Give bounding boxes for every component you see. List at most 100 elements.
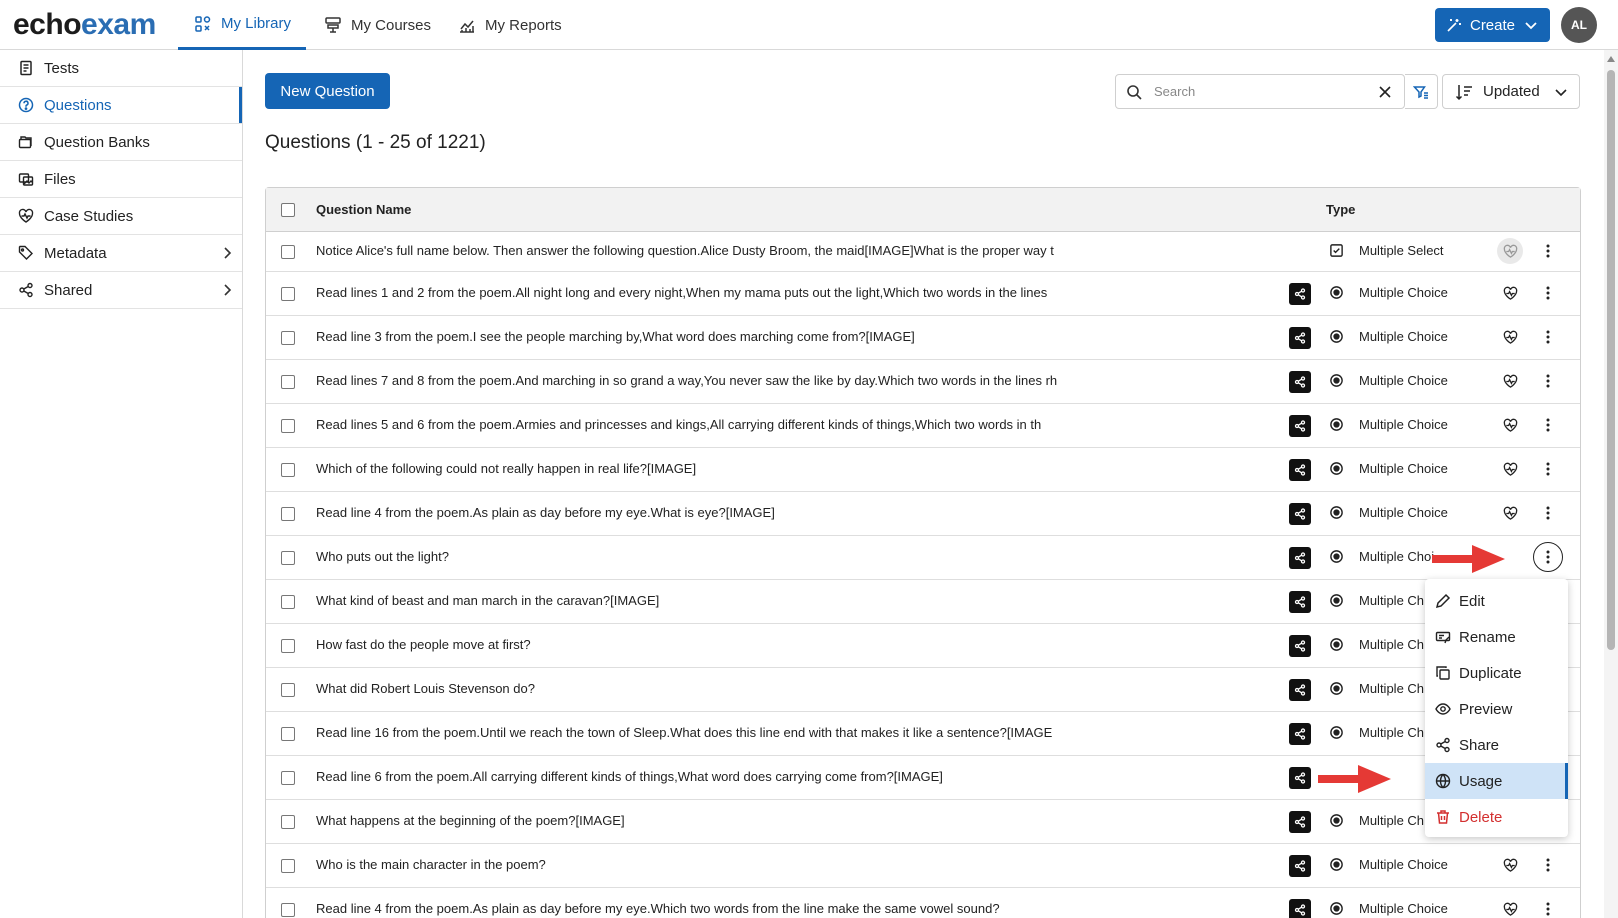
table-row[interactable]: Read lines 5 and 6 from the poem.Armies … <box>266 404 1580 448</box>
more-options-button[interactable] <box>1538 371 1558 391</box>
more-options-button[interactable] <box>1538 327 1558 347</box>
question-name[interactable]: Read line 3 from the poem.I see the peop… <box>316 316 1216 358</box>
kebab-menu-icon <box>1546 374 1550 388</box>
scroll-thumb[interactable] <box>1607 70 1615 650</box>
row-checkbox[interactable] <box>281 903 295 917</box>
table-row[interactable]: Who puts out the light? Multiple Choi <box>266 536 1580 580</box>
table-row[interactable]: What kind of beast and man march in the … <box>266 580 1580 624</box>
question-name[interactable]: What kind of beast and man march in the … <box>316 580 1216 622</box>
more-options-button[interactable] <box>1538 459 1558 479</box>
sidebar-item-question-banks[interactable]: Question Banks <box>0 124 242 161</box>
column-header-name[interactable]: Question Name <box>316 188 1216 231</box>
table-row[interactable]: What did Robert Louis Stevenson do? Multi… <box>266 668 1580 712</box>
row-checkbox[interactable] <box>281 331 295 345</box>
question-name[interactable]: Which of the following could not really … <box>316 448 1216 490</box>
sidebar-item-label: Metadata <box>44 244 107 262</box>
new-question-button[interactable]: New Question <box>265 73 390 109</box>
table-row[interactable]: Read line 3 from the poem.I see the peop… <box>266 316 1580 360</box>
favorite-button[interactable] <box>1501 900 1519 918</box>
create-button[interactable]: Create <box>1435 8 1550 42</box>
sidebar-item-tests[interactable]: Tests <box>0 50 242 87</box>
question-name[interactable]: Notice Alice's full name below. Then ans… <box>316 232 1216 270</box>
table-row[interactable]: Read line 4 from the poem.As plain as da… <box>266 492 1580 536</box>
row-checkbox[interactable] <box>281 551 295 565</box>
menu-item-delete[interactable]: Delete <box>1425 799 1568 835</box>
more-options-button[interactable] <box>1538 415 1558 435</box>
column-header-type[interactable]: Type <box>1326 188 1355 231</box>
table-row[interactable]: What happens at the beginning of the poe… <box>266 800 1580 844</box>
table-row[interactable]: Read lines 7 and 8 from the poem.And mar… <box>266 360 1580 404</box>
question-name[interactable]: Read line 4 from the poem.As plain as da… <box>316 492 1216 534</box>
row-checkbox[interactable] <box>281 245 295 259</box>
menu-item-usage[interactable]: Usage <box>1425 763 1568 799</box>
row-checkbox[interactable] <box>281 507 295 521</box>
scroll-up-arrow-icon[interactable] <box>1607 56 1615 62</box>
question-name[interactable]: Who is the main character in the poem? <box>316 844 1216 886</box>
tab-my-reports[interactable]: My Reports <box>458 0 562 50</box>
favorite-button[interactable] <box>1501 328 1519 346</box>
search-input[interactable] <box>1154 84 1354 99</box>
row-checkbox[interactable] <box>281 727 295 741</box>
app-logo[interactable]: echoexam <box>13 9 156 41</box>
question-name[interactable]: Read line 6 from the poem.All carrying d… <box>316 756 1216 798</box>
clear-search-icon[interactable] <box>1378 85 1392 99</box>
shared-badge <box>1289 811 1311 833</box>
question-name[interactable]: What did Robert Louis Stevenson do? <box>316 668 1216 710</box>
question-name[interactable]: Read line 4 from the poem.As plain as da… <box>316 888 1216 918</box>
question-name[interactable]: How fast do the people move at first? <box>316 624 1216 666</box>
menu-item-duplicate[interactable]: Duplicate <box>1425 655 1568 691</box>
menu-item-edit[interactable]: Edit <box>1425 583 1568 619</box>
more-options-button[interactable] <box>1533 542 1563 572</box>
table-row[interactable]: Read line 4 from the poem.As plain as da… <box>266 888 1580 918</box>
row-checkbox[interactable] <box>281 287 295 301</box>
table-row[interactable]: Notice Alice's full name below. Then ans… <box>266 232 1580 272</box>
question-name[interactable]: Read lines 1 and 2 from the poem.All nig… <box>316 272 1216 314</box>
favorite-button[interactable] <box>1501 460 1519 478</box>
row-checkbox[interactable] <box>281 815 295 829</box>
question-name[interactable]: Read lines 7 and 8 from the poem.And mar… <box>316 360 1216 402</box>
page-scrollbar[interactable] <box>1604 50 1618 918</box>
favorite-button[interactable] <box>1501 856 1519 874</box>
favorite-button[interactable] <box>1497 238 1523 264</box>
question-name[interactable]: Read lines 5 and 6 from the poem.Armies … <box>316 404 1216 446</box>
more-options-button[interactable] <box>1538 503 1558 523</box>
question-name[interactable]: What happens at the beginning of the poe… <box>316 800 1216 842</box>
row-checkbox[interactable] <box>281 463 295 477</box>
row-checkbox[interactable] <box>281 859 295 873</box>
row-checkbox[interactable] <box>281 683 295 697</box>
row-checkbox[interactable] <box>281 375 295 389</box>
table-row[interactable]: How fast do the people move at first? Mul… <box>266 624 1580 668</box>
sort-dropdown[interactable]: Updated <box>1442 74 1580 109</box>
sidebar-item-files[interactable]: Files <box>0 161 242 198</box>
question-name[interactable]: Who puts out the light? <box>316 536 1216 578</box>
more-options-button[interactable] <box>1538 283 1558 303</box>
menu-item-rename[interactable]: Rename <box>1425 619 1568 655</box>
row-checkbox[interactable] <box>281 771 295 785</box>
user-avatar[interactable]: AL <box>1561 7 1597 43</box>
table-row[interactable]: Which of the following could not really … <box>266 448 1580 492</box>
table-row[interactable]: Who is the main character in the poem? Mu… <box>266 844 1580 888</box>
tab-my-library[interactable]: My Library <box>178 0 306 50</box>
more-options-button[interactable] <box>1538 855 1558 875</box>
tab-my-courses[interactable]: My Courses <box>324 0 431 50</box>
sidebar-item-shared[interactable]: Shared <box>0 272 242 309</box>
more-options-button[interactable] <box>1538 899 1558 918</box>
table-row[interactable]: Read lines 1 and 2 from the poem.All nig… <box>266 272 1580 316</box>
sidebar-item-metadata[interactable]: Metadata <box>0 235 242 272</box>
row-checkbox[interactable] <box>281 419 295 433</box>
row-checkbox[interactable] <box>281 639 295 653</box>
menu-item-preview[interactable]: Preview <box>1425 691 1568 727</box>
row-checkbox[interactable] <box>281 595 295 609</box>
sidebar-item-questions[interactable]: Questions <box>0 87 242 124</box>
menu-item-share[interactable]: Share <box>1425 727 1568 763</box>
favorite-button[interactable] <box>1501 416 1519 434</box>
favorite-button[interactable] <box>1501 372 1519 390</box>
question-name[interactable]: Read line 16 from the poem.Until we reac… <box>316 712 1216 754</box>
sidebar-item-case-studies[interactable]: Case Studies <box>0 198 242 235</box>
table-row[interactable]: Read line 16 from the poem.Until we reac… <box>266 712 1580 756</box>
favorite-button[interactable] <box>1501 284 1519 302</box>
favorite-button[interactable] <box>1501 504 1519 522</box>
more-options-button[interactable] <box>1538 241 1558 261</box>
select-all-checkbox[interactable] <box>281 203 295 217</box>
filter-button[interactable] <box>1405 74 1438 109</box>
